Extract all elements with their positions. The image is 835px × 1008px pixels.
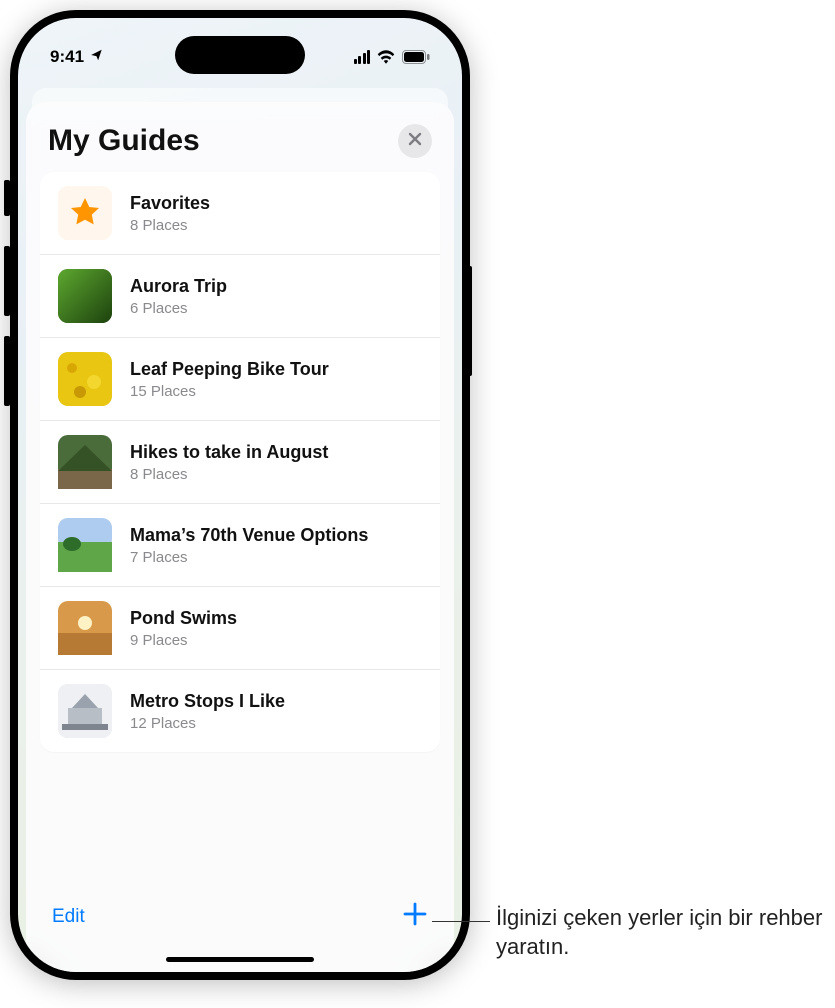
guide-title: Pond Swims bbox=[130, 607, 237, 630]
location-arrow-icon bbox=[90, 47, 104, 67]
guide-subtitle: 9 Places bbox=[130, 632, 237, 649]
close-button[interactable] bbox=[398, 124, 432, 158]
star-icon bbox=[58, 186, 112, 240]
guide-row-pond-swims[interactable]: Pond Swims 9 Places bbox=[40, 587, 440, 670]
guide-thumbnail bbox=[58, 518, 112, 572]
guide-title: Favorites bbox=[130, 192, 210, 215]
guide-row-leaf-peeping[interactable]: Leaf Peeping Bike Tour 15 Places bbox=[40, 338, 440, 421]
guide-thumbnail bbox=[58, 435, 112, 489]
my-guides-sheet: My Guides Favorites 8 Places bbox=[26, 102, 454, 972]
guides-list: Favorites 8 Places Aurora Trip 6 Places bbox=[40, 172, 440, 752]
guide-title: Mama’s 70th Venue Options bbox=[130, 524, 368, 547]
guide-row-mamas-70th[interactable]: Mama’s 70th Venue Options 7 Places bbox=[40, 504, 440, 587]
cellular-signal-icon bbox=[354, 50, 371, 64]
side-button-volume-down bbox=[4, 336, 10, 406]
phone-frame: 9:41 My Guides bbox=[10, 10, 470, 980]
guide-subtitle: 6 Places bbox=[130, 300, 227, 317]
side-button-volume-up bbox=[4, 246, 10, 316]
guide-subtitle: 7 Places bbox=[130, 549, 368, 566]
guide-row-hikes-august[interactable]: Hikes to take in August 8 Places bbox=[40, 421, 440, 504]
guide-thumbnail bbox=[58, 601, 112, 655]
status-time: 9:41 bbox=[50, 47, 84, 67]
guide-subtitle: 12 Places bbox=[130, 715, 285, 732]
screen: 9:41 My Guides bbox=[18, 18, 462, 972]
plus-icon bbox=[402, 914, 428, 931]
guide-title: Leaf Peeping Bike Tour bbox=[130, 358, 329, 381]
guide-title: Metro Stops I Like bbox=[130, 690, 285, 713]
guide-title: Hikes to take in August bbox=[130, 441, 328, 464]
side-button-power bbox=[466, 266, 472, 376]
home-indicator[interactable] bbox=[166, 957, 314, 962]
callout-text: İlginizi çeken yerler için bir rehber ya… bbox=[496, 904, 826, 961]
page-title: My Guides bbox=[48, 124, 200, 158]
guide-subtitle: 8 Places bbox=[130, 217, 210, 234]
guide-row-metro-stops[interactable]: Metro Stops I Like 12 Places bbox=[40, 670, 440, 752]
guide-row-aurora-trip[interactable]: Aurora Trip 6 Places bbox=[40, 255, 440, 338]
battery-icon bbox=[402, 50, 430, 64]
guide-subtitle: 15 Places bbox=[130, 383, 329, 400]
side-button-silent bbox=[4, 180, 10, 216]
guide-thumbnail bbox=[58, 684, 112, 738]
dynamic-island bbox=[175, 36, 305, 74]
add-guide-button[interactable] bbox=[402, 901, 428, 932]
edit-button[interactable]: Edit bbox=[52, 906, 85, 928]
guide-subtitle: 8 Places bbox=[130, 466, 328, 483]
wifi-icon bbox=[377, 50, 395, 64]
close-icon bbox=[408, 132, 422, 151]
guide-title: Aurora Trip bbox=[130, 275, 227, 298]
guide-thumbnail bbox=[58, 352, 112, 406]
guide-thumbnail bbox=[58, 269, 112, 323]
guide-row-favorites[interactable]: Favorites 8 Places bbox=[40, 172, 440, 255]
callout-leader-line bbox=[432, 921, 490, 922]
sheet-header: My Guides bbox=[26, 102, 454, 172]
